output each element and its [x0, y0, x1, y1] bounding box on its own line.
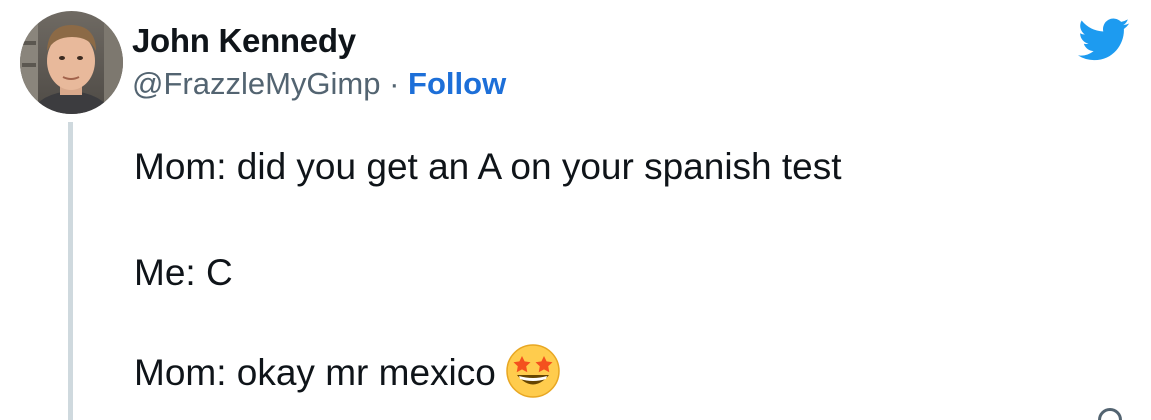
twitter-bird-glyph [1078, 18, 1130, 61]
twitter-bird-icon[interactable] [1078, 18, 1130, 62]
tweet-text-line-2: Me: C [134, 252, 233, 293]
star-struck-emoji-icon [504, 342, 562, 400]
author-name[interactable]: John Kennedy [132, 22, 356, 60]
handle-row: @FrazzleMyGimp · Follow [132, 66, 506, 102]
star-struck-emoji-glyph [506, 344, 560, 398]
tweet-card: John Kennedy @FrazzleMyGimp · Follow Mom… [0, 0, 1151, 420]
avatar-photo [20, 11, 123, 114]
author-handle[interactable]: @FrazzleMyGimp [132, 66, 380, 101]
separator-dot: · [380, 66, 409, 101]
follow-button[interactable]: Follow [408, 66, 506, 101]
tweet-text-line-1: Mom: did you get an A on your spanish te… [134, 146, 842, 187]
partial-icon-edge [1098, 408, 1122, 420]
avatar[interactable] [20, 11, 123, 114]
thread-line [68, 122, 73, 420]
tweet-text-line-3-text: Mom: okay mr mexico [134, 351, 496, 393]
tweet-text-line-3: Mom: okay mr mexico [134, 344, 562, 400]
